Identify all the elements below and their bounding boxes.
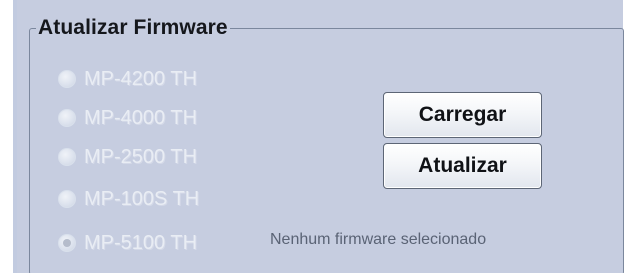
radio-option-mp-4000[interactable]: MP-4000 TH: [58, 103, 197, 133]
radio-option-mp-4200[interactable]: MP-4200 TH: [58, 64, 197, 94]
radio-label: MP-100S TH: [84, 188, 200, 210]
radio-option-mp-5100[interactable]: MP-5100 TH: [58, 228, 197, 258]
groupbox-title: Atualizar Firmware: [36, 14, 230, 42]
radio-label: MP-2500 TH: [84, 146, 198, 168]
radio-button-icon[interactable]: [58, 109, 76, 127]
firmware-update-window: Atualizar Firmware MP-4200 TH MP-4000 TH…: [0, 0, 626, 273]
radio-label: MP-4200 TH: [84, 68, 198, 90]
firmware-status-text: Nenhum firmware selecionado: [270, 231, 487, 248]
radio-option-mp-2500[interactable]: MP-2500 TH: [58, 142, 197, 172]
radio-selected-dot: [63, 239, 71, 247]
radio-option-mp-100s[interactable]: MP-100S TH: [58, 184, 199, 214]
radio-button-icon[interactable]: [58, 148, 76, 166]
radio-label: MP-5100 TH: [84, 232, 198, 254]
load-button[interactable]: Carregar: [383, 92, 542, 138]
update-button[interactable]: Atualizar: [383, 143, 542, 189]
radio-label: MP-4000 TH: [84, 107, 198, 129]
radio-button-icon[interactable]: [58, 190, 76, 208]
radio-button-icon[interactable]: [58, 70, 76, 88]
radio-button-selected-icon[interactable]: [58, 234, 76, 252]
